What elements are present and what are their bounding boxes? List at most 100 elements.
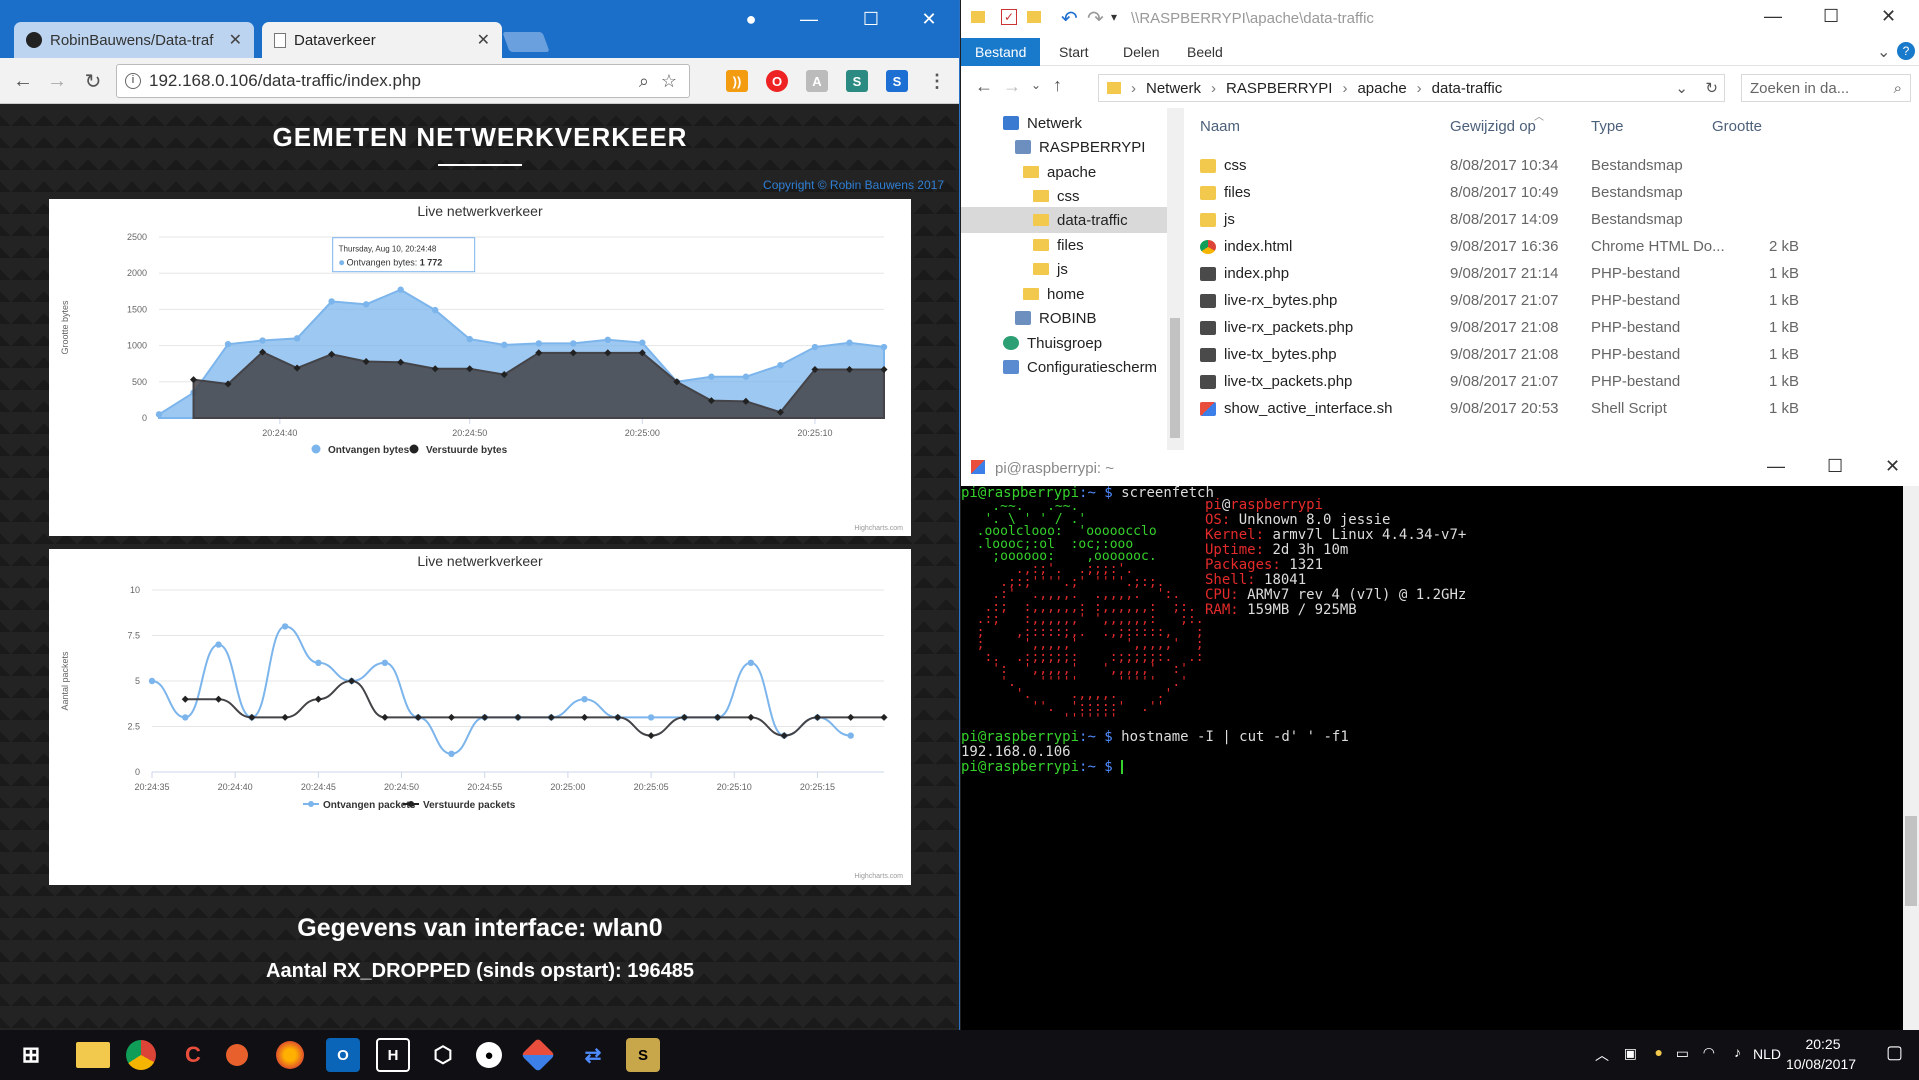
firefox-taskbar-icon[interactable]	[276, 1041, 304, 1069]
breadcrumb-raspberrypi[interactable]: RASPBERRYPI	[1226, 80, 1332, 97]
explorer-address-bar[interactable]: › Netwerk › RASPBERRYPI › apache › data-…	[1098, 74, 1725, 102]
recent-dropdown[interactable]: ⌄	[1031, 78, 1041, 92]
github-taskbar-icon[interactable]: ●	[476, 1042, 502, 1068]
close-window-button[interactable]: ✕	[906, 4, 952, 34]
close-window-button[interactable]: ✕	[1881, 6, 1896, 27]
ccleaner-taskbar-icon[interactable]: C	[176, 1038, 210, 1072]
nav-scrollbar[interactable]	[1167, 108, 1183, 450]
nav-item-css[interactable]: css	[1033, 183, 1080, 209]
minimize-button[interactable]: —	[1767, 456, 1785, 477]
bookmark-star-icon[interactable]: ☆	[661, 71, 677, 92]
chevron-up-icon[interactable]: ︿	[1595, 1045, 1609, 1065]
maximize-button[interactable]: ☐	[1823, 6, 1839, 27]
profile-icon[interactable]: ●	[728, 4, 774, 34]
close-tab-icon[interactable]: ✕	[477, 30, 490, 50]
rss-extension-icon[interactable]: ))	[726, 70, 748, 92]
nav-item-netwerk[interactable]: Netwerk	[1003, 110, 1082, 136]
close-tab-icon[interactable]: ✕	[229, 30, 242, 50]
clock-date[interactable]: 10/08/2017	[1783, 1056, 1859, 1072]
column-header-naam[interactable]: Naam	[1200, 118, 1240, 135]
menu-icon[interactable]: ⋮	[926, 70, 948, 92]
chevron-down-icon[interactable]: ⌄	[1675, 79, 1688, 97]
terminal-scrollbar-thumb[interactable]	[1905, 816, 1917, 906]
volume-icon[interactable]: ♪	[1734, 1044, 1741, 1060]
tab-dataverkeer[interactable]: Dataverkeer ✕	[262, 22, 502, 58]
origin-taskbar-icon[interactable]	[226, 1044, 248, 1066]
column-header-grootte[interactable]: Grootte	[1712, 118, 1762, 135]
ribbon-tab-bestand[interactable]: Bestand	[961, 38, 1041, 66]
s-blue-extension-icon[interactable]: S	[886, 70, 908, 92]
nav-item-raspberrypi[interactable]: RASPBERRYPI	[1015, 134, 1145, 160]
nav-item-js[interactable]: js	[1033, 256, 1068, 282]
new-tab-button[interactable]	[502, 32, 550, 52]
nav-item-data-traffic[interactable]: data-traffic	[961, 207, 1183, 233]
terminal-scrollbar[interactable]	[1903, 486, 1919, 1030]
s-extension-icon[interactable]: S	[846, 70, 868, 92]
git-taskbar-icon[interactable]	[521, 1038, 555, 1072]
back-button[interactable]: ←	[10, 68, 36, 94]
chrome-taskbar-icon[interactable]	[126, 1040, 156, 1070]
address-bar[interactable]: i 192.168.0.106/data-traffic/index.php ⌕…	[116, 64, 690, 98]
column-header-gewijzigd[interactable]: Gewijzigd op	[1450, 118, 1536, 135]
file-row[interactable]: index.php 9/08/2017 21:14 PHP-bestand 1 kB	[1184, 261, 1919, 288]
properties-icon[interactable]: ✓	[1001, 9, 1017, 25]
battery-manager-icon[interactable]: ▣	[1624, 1045, 1637, 1062]
redo-icon[interactable]: ↷	[1087, 6, 1104, 31]
forward-button[interactable]: →	[44, 68, 70, 94]
file-row[interactable]: live-rx_bytes.php 9/08/2017 21:07 PHP-best…	[1184, 288, 1919, 315]
sun-icon[interactable]: ●	[1655, 1044, 1663, 1060]
terminal-output[interactable]: pi@raspberrypi:~ $ screenfetch .~~. .~~.…	[961, 486, 1903, 1030]
refresh-icon[interactable]: ↻	[1705, 79, 1718, 97]
file-row[interactable]: live-rx_packets.php 9/08/2017 21:08 PHP-be…	[1184, 315, 1919, 342]
close-window-button[interactable]: ✕	[1885, 456, 1900, 477]
reload-button[interactable]: ↻	[80, 68, 106, 94]
wifi-icon[interactable]: ◠	[1703, 1044, 1715, 1061]
ribbon-tab-beeld[interactable]: Beeld	[1173, 38, 1237, 66]
ribbon-tab-delen[interactable]: Delen	[1109, 38, 1174, 66]
up-button[interactable]: ↑	[1053, 75, 1062, 96]
new-folder-icon[interactable]	[1027, 11, 1041, 23]
tab-github[interactable]: RobinBauwens/Data-traf ✕	[14, 22, 254, 58]
file-row[interactable]: live-tx_packets.php 9/08/2017 21:07 PHP-be…	[1184, 369, 1919, 396]
language-indicator[interactable]: NLD	[1753, 1046, 1781, 1062]
outlook-taskbar-icon[interactable]: O	[326, 1038, 360, 1072]
ribbon-expand-icon[interactable]: ⌄	[1877, 42, 1890, 62]
column-header-type[interactable]: Type	[1591, 118, 1624, 135]
virtualbox-taskbar-icon[interactable]: ⬡	[426, 1038, 460, 1072]
nav-item-robinb[interactable]: ROBINB	[1015, 305, 1097, 331]
sublime-taskbar-icon[interactable]: S	[626, 1038, 660, 1072]
nav-item-apache[interactable]: apache	[1023, 159, 1096, 185]
nav-scrollbar-thumb[interactable]	[1170, 318, 1180, 438]
notifications-icon[interactable]: ▢	[1886, 1042, 1903, 1063]
breadcrumb-netwerk[interactable]: Netwerk	[1146, 80, 1201, 97]
ribbon-tab-start[interactable]: Start	[1045, 38, 1103, 66]
maximize-button[interactable]: ☐	[848, 4, 894, 34]
undo-icon[interactable]: ↶	[1061, 6, 1078, 31]
file-row[interactable]: show_active_interface.sh 9/08/2017 20:53 S…	[1184, 396, 1919, 423]
pdf-extension-icon[interactable]: A	[806, 70, 828, 92]
file-row[interactable]: live-tx_bytes.php 9/08/2017 21:08 PHP-best…	[1184, 342, 1919, 369]
minimize-button[interactable]: —	[786, 4, 832, 34]
battery-icon[interactable]: ▭	[1676, 1045, 1689, 1062]
clock-time[interactable]: 20:25	[1793, 1036, 1853, 1052]
file-row[interactable]: files 8/08/2017 10:49 Bestandsmap	[1184, 180, 1919, 207]
breadcrumb-data-traffic[interactable]: data-traffic	[1432, 80, 1503, 97]
nav-item-thuisgroep[interactable]: Thuisgroep	[1003, 330, 1102, 356]
help-icon[interactable]: ?	[1897, 42, 1915, 60]
file-row[interactable]: css 8/08/2017 10:34 Bestandsmap	[1184, 153, 1919, 180]
nav-item-home[interactable]: home	[1023, 281, 1085, 307]
maximize-button[interactable]: ☐	[1827, 456, 1843, 477]
opera-extension-icon[interactable]: O	[766, 70, 788, 92]
explorer-search-input[interactable]: Zoeken in da... ⌕	[1741, 74, 1911, 102]
file-row[interactable]: js 8/08/2017 14:09 Bestandsmap	[1184, 207, 1919, 234]
forward-button[interactable]: →	[1003, 76, 1021, 97]
app-taskbar-icon[interactable]: H	[376, 1038, 410, 1072]
network-tool-taskbar-icon[interactable]: ⇄	[576, 1038, 610, 1072]
back-button[interactable]: ←	[975, 76, 993, 97]
windows-start-icon[interactable]: ⊞	[14, 1038, 48, 1072]
breadcrumb-apache[interactable]: apache	[1357, 80, 1406, 97]
nav-item-files[interactable]: files	[1033, 232, 1084, 258]
nav-item-configuratiescherm[interactable]: Configuratiescherm	[1003, 354, 1157, 380]
zoom-icon[interactable]: ⌕	[639, 71, 649, 92]
file-row[interactable]: index.html 9/08/2017 16:36 Chrome HTML Do.…	[1184, 234, 1919, 261]
